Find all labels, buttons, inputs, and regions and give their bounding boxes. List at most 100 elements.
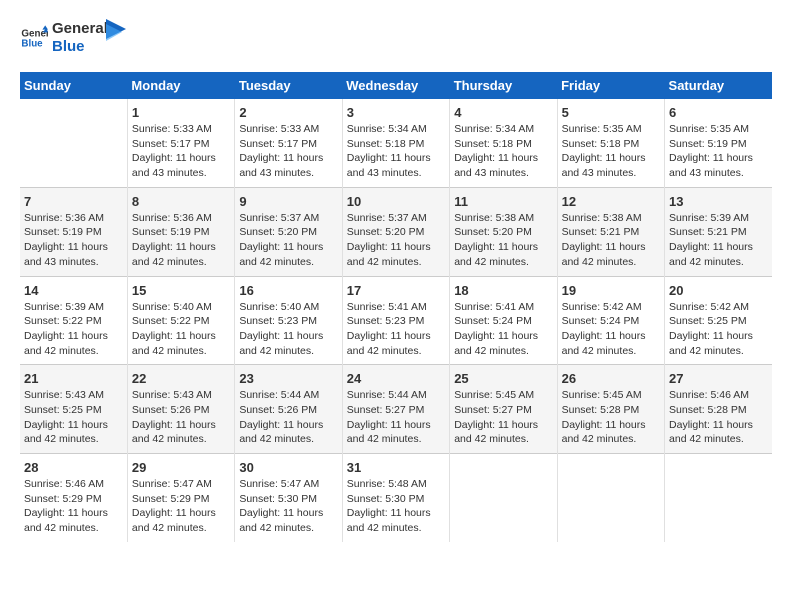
day-info: Sunrise: 5:43 AMSunset: 5:26 PMDaylight:… bbox=[132, 388, 230, 447]
logo-general: General bbox=[52, 20, 108, 38]
day-info: Sunrise: 5:47 AMSunset: 5:29 PMDaylight:… bbox=[132, 477, 230, 536]
calendar-cell: 16 Sunrise: 5:40 AMSunset: 5:23 PMDayligh… bbox=[235, 276, 342, 365]
day-info: Sunrise: 5:36 AMSunset: 5:19 PMDaylight:… bbox=[132, 211, 230, 270]
calendar-cell: 15 Sunrise: 5:40 AMSunset: 5:22 PMDayligh… bbox=[127, 276, 234, 365]
calendar-cell: 25 Sunrise: 5:45 AMSunset: 5:27 PMDayligh… bbox=[450, 365, 557, 454]
calendar-cell: 26 Sunrise: 5:45 AMSunset: 5:28 PMDayligh… bbox=[557, 365, 664, 454]
calendar-cell: 5 Sunrise: 5:35 AMSunset: 5:18 PMDaylight… bbox=[557, 99, 664, 187]
calendar-cell: 17 Sunrise: 5:41 AMSunset: 5:23 PMDayligh… bbox=[342, 276, 449, 365]
day-number: 28 bbox=[24, 460, 123, 475]
day-number: 31 bbox=[347, 460, 445, 475]
calendar-week-row: 28 Sunrise: 5:46 AMSunset: 5:29 PMDayligh… bbox=[20, 454, 772, 542]
day-number: 11 bbox=[454, 194, 552, 209]
day-info: Sunrise: 5:46 AMSunset: 5:28 PMDaylight:… bbox=[669, 388, 768, 447]
calendar-cell: 24 Sunrise: 5:44 AMSunset: 5:27 PMDayligh… bbox=[342, 365, 449, 454]
day-info: Sunrise: 5:38 AMSunset: 5:21 PMDaylight:… bbox=[562, 211, 660, 270]
day-info: Sunrise: 5:40 AMSunset: 5:23 PMDaylight:… bbox=[239, 300, 337, 359]
calendar-cell: 31 Sunrise: 5:48 AMSunset: 5:30 PMDayligh… bbox=[342, 454, 449, 542]
calendar-cell: 10Sunrise: 5:37 AMSunset: 5:20 PMDayligh… bbox=[342, 187, 449, 276]
calendar-cell bbox=[450, 454, 557, 542]
calendar-cell: 8 Sunrise: 5:36 AMSunset: 5:19 PMDaylight… bbox=[127, 187, 234, 276]
day-info: Sunrise: 5:34 AMSunset: 5:18 PMDaylight:… bbox=[347, 122, 445, 181]
calendar-cell: 20Sunrise: 5:42 AMSunset: 5:25 PMDayligh… bbox=[665, 276, 772, 365]
day-number: 5 bbox=[562, 105, 660, 120]
day-info: Sunrise: 5:35 AMSunset: 5:18 PMDaylight:… bbox=[562, 122, 660, 181]
calendar-cell: 29 Sunrise: 5:47 AMSunset: 5:29 PMDayligh… bbox=[127, 454, 234, 542]
calendar-cell: 19 Sunrise: 5:42 AMSunset: 5:24 PMDayligh… bbox=[557, 276, 664, 365]
calendar-cell: 1 Sunrise: 5:33 AMSunset: 5:17 PMDaylight… bbox=[127, 99, 234, 187]
day-number: 15 bbox=[132, 283, 230, 298]
calendar-cell: 13 Sunrise: 5:39 AMSunset: 5:21 PMDayligh… bbox=[665, 187, 772, 276]
calendar-cell: 9 Sunrise: 5:37 AMSunset: 5:20 PMDaylight… bbox=[235, 187, 342, 276]
day-info: Sunrise: 5:39 AMSunset: 5:22 PMDaylight:… bbox=[24, 300, 123, 359]
day-number: 24 bbox=[347, 371, 445, 386]
header-friday: Friday bbox=[557, 72, 664, 99]
calendar-week-row: 1 Sunrise: 5:33 AMSunset: 5:17 PMDaylight… bbox=[20, 99, 772, 187]
header-thursday: Thursday bbox=[450, 72, 557, 99]
calendar-cell bbox=[557, 454, 664, 542]
day-info: Sunrise: 5:45 AMSunset: 5:28 PMDaylight:… bbox=[562, 388, 660, 447]
day-number: 3 bbox=[347, 105, 445, 120]
day-info: Sunrise: 5:37 AMSunset: 5:20 PMDaylight:… bbox=[239, 211, 337, 270]
day-info: Sunrise: 5:41 AMSunset: 5:23 PMDaylight:… bbox=[347, 300, 445, 359]
day-number: 26 bbox=[562, 371, 660, 386]
day-info: Sunrise: 5:39 AMSunset: 5:21 PMDaylight:… bbox=[669, 211, 768, 270]
day-number: 29 bbox=[132, 460, 230, 475]
calendar-cell: 23Sunrise: 5:44 AMSunset: 5:26 PMDayligh… bbox=[235, 365, 342, 454]
day-info: Sunrise: 5:33 AMSunset: 5:17 PMDaylight:… bbox=[132, 122, 230, 181]
day-number: 10 bbox=[347, 194, 445, 209]
header-monday: Monday bbox=[127, 72, 234, 99]
logo-icon: General Blue bbox=[20, 24, 48, 52]
logo-arrow-icon bbox=[106, 19, 126, 49]
calendar-cell: 27 Sunrise: 5:46 AMSunset: 5:28 PMDayligh… bbox=[665, 365, 772, 454]
header-wednesday: Wednesday bbox=[342, 72, 449, 99]
calendar-header-row: SundayMondayTuesdayWednesdayThursdayFrid… bbox=[20, 72, 772, 99]
day-info: Sunrise: 5:34 AMSunset: 5:18 PMDaylight:… bbox=[454, 122, 552, 181]
day-info: Sunrise: 5:40 AMSunset: 5:22 PMDaylight:… bbox=[132, 300, 230, 359]
logo: General Blue General Blue bbox=[20, 20, 126, 56]
calendar-cell: 28 Sunrise: 5:46 AMSunset: 5:29 PMDayligh… bbox=[20, 454, 127, 542]
day-number: 25 bbox=[454, 371, 552, 386]
day-info: Sunrise: 5:43 AMSunset: 5:25 PMDaylight:… bbox=[24, 388, 123, 447]
day-info: Sunrise: 5:45 AMSunset: 5:27 PMDaylight:… bbox=[454, 388, 552, 447]
day-number: 14 bbox=[24, 283, 123, 298]
day-info: Sunrise: 5:47 AMSunset: 5:30 PMDaylight:… bbox=[239, 477, 337, 536]
calendar-cell: 18Sunrise: 5:41 AMSunset: 5:24 PMDayligh… bbox=[450, 276, 557, 365]
svg-text:Blue: Blue bbox=[21, 38, 43, 49]
day-info: Sunrise: 5:46 AMSunset: 5:29 PMDaylight:… bbox=[24, 477, 123, 536]
header-saturday: Saturday bbox=[665, 72, 772, 99]
day-number: 8 bbox=[132, 194, 230, 209]
day-info: Sunrise: 5:44 AMSunset: 5:27 PMDaylight:… bbox=[347, 388, 445, 447]
day-number: 13 bbox=[669, 194, 768, 209]
calendar-cell: 22Sunrise: 5:43 AMSunset: 5:26 PMDayligh… bbox=[127, 365, 234, 454]
calendar-cell bbox=[20, 99, 127, 187]
calendar-table: SundayMondayTuesdayWednesdayThursdayFrid… bbox=[20, 72, 772, 542]
day-number: 27 bbox=[669, 371, 768, 386]
calendar-week-row: 14 Sunrise: 5:39 AMSunset: 5:22 PMDayligh… bbox=[20, 276, 772, 365]
day-number: 1 bbox=[132, 105, 230, 120]
day-number: 6 bbox=[669, 105, 768, 120]
calendar-week-row: 21 Sunrise: 5:43 AMSunset: 5:25 PMDayligh… bbox=[20, 365, 772, 454]
day-info: Sunrise: 5:48 AMSunset: 5:30 PMDaylight:… bbox=[347, 477, 445, 536]
day-number: 16 bbox=[239, 283, 337, 298]
day-number: 23 bbox=[239, 371, 337, 386]
day-number: 9 bbox=[239, 194, 337, 209]
day-info: Sunrise: 5:33 AMSunset: 5:17 PMDaylight:… bbox=[239, 122, 337, 181]
day-number: 17 bbox=[347, 283, 445, 298]
calendar-cell: 2Sunrise: 5:33 AMSunset: 5:17 PMDaylight… bbox=[235, 99, 342, 187]
day-info: Sunrise: 5:36 AMSunset: 5:19 PMDaylight:… bbox=[24, 211, 123, 270]
day-number: 12 bbox=[562, 194, 660, 209]
day-number: 7 bbox=[24, 194, 123, 209]
calendar-cell: 4 Sunrise: 5:34 AMSunset: 5:18 PMDaylight… bbox=[450, 99, 557, 187]
calendar-cell: 3 Sunrise: 5:34 AMSunset: 5:18 PMDaylight… bbox=[342, 99, 449, 187]
day-number: 21 bbox=[24, 371, 123, 386]
page-header: General Blue General Blue bbox=[20, 20, 772, 56]
calendar-cell bbox=[665, 454, 772, 542]
calendar-week-row: 7 Sunrise: 5:36 AMSunset: 5:19 PMDaylight… bbox=[20, 187, 772, 276]
day-number: 19 bbox=[562, 283, 660, 298]
logo-blue: Blue bbox=[52, 38, 108, 56]
day-info: Sunrise: 5:42 AMSunset: 5:24 PMDaylight:… bbox=[562, 300, 660, 359]
header-sunday: Sunday bbox=[20, 72, 127, 99]
calendar-cell: 6Sunrise: 5:35 AMSunset: 5:19 PMDaylight… bbox=[665, 99, 772, 187]
day-number: 4 bbox=[454, 105, 552, 120]
